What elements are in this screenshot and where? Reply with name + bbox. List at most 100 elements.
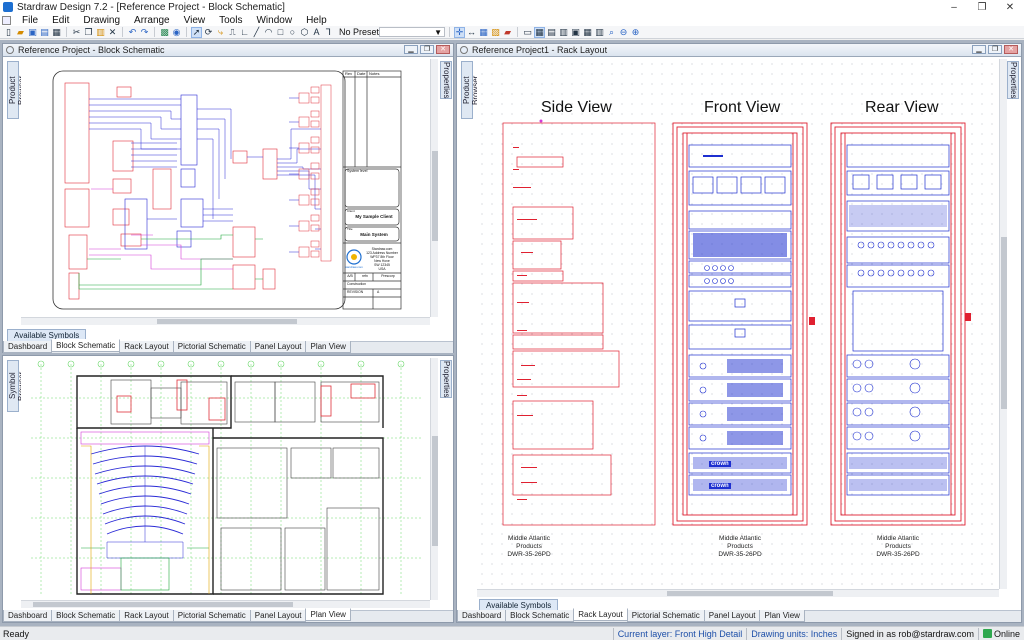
tab-plan-view[interactable]: Plan View xyxy=(305,608,351,621)
window-close-button[interactable]: ✕ xyxy=(1004,45,1018,54)
rack-properties-tab[interactable]: Properties xyxy=(1007,61,1019,99)
tab-dashboard[interactable]: Dashboard xyxy=(3,610,53,622)
save-icon[interactable]: ▣ xyxy=(27,27,38,38)
copy-icon[interactable]: ❐ xyxy=(83,27,94,38)
properties-tab[interactable]: Properties xyxy=(440,61,452,99)
plan-horizontal-scrollbar[interactable] xyxy=(21,600,430,608)
tab-dashboard[interactable]: Dashboard xyxy=(457,610,507,622)
menu-edit[interactable]: Edit xyxy=(45,15,76,26)
layout-icon[interactable]: ▤ xyxy=(546,27,557,38)
tab-rack-layout[interactable]: Rack Layout xyxy=(573,608,628,621)
snap-icon[interactable]: ✛ xyxy=(454,26,466,38)
layer-icon[interactable]: ▦ xyxy=(478,27,489,38)
cut-icon[interactable]: ✂ xyxy=(71,27,82,38)
preset-selector[interactable]: No Preset ▼ xyxy=(339,27,446,37)
window-restore-button[interactable]: ❐ xyxy=(420,45,434,54)
tab-pictorial-schematic[interactable]: Pictorial Schematic xyxy=(172,610,251,622)
schematic-hscroll-thumb[interactable] xyxy=(157,319,297,324)
plan-properties-tab[interactable]: Properties xyxy=(440,360,452,398)
tab-rack-layout[interactable]: Rack Layout xyxy=(119,341,174,353)
status-drawing-units[interactable]: Drawing units: Inches xyxy=(746,627,841,640)
tab-block-schematic[interactable]: Block Schematic xyxy=(505,610,575,622)
redo-icon[interactable]: ↷ xyxy=(139,27,150,38)
zoom-fit-icon[interactable]: ⌕ xyxy=(606,27,617,38)
globe-icon[interactable]: ◉ xyxy=(171,27,182,38)
rotate-icon[interactable]: ⟳ xyxy=(203,27,214,38)
menu-drawing[interactable]: Drawing xyxy=(76,15,127,26)
text-icon[interactable]: A xyxy=(311,27,322,38)
dimension-icon[interactable]: ↔ xyxy=(466,27,477,38)
symbol-browser-tab[interactable]: Symbol Browser xyxy=(7,360,26,412)
fill-icon[interactable]: ▧ xyxy=(490,27,501,38)
line-icon[interactable]: ╱ xyxy=(251,27,262,38)
delete-icon[interactable]: ✕ xyxy=(107,27,118,38)
document-icon[interactable] xyxy=(2,15,11,25)
tab-dashboard[interactable]: Dashboard xyxy=(3,341,53,353)
tab-rack-layout[interactable]: Rack Layout xyxy=(119,610,174,622)
undo-icon[interactable]: ↶ xyxy=(127,27,138,38)
plan-vertical-scrollbar[interactable] xyxy=(430,358,438,600)
rack-vertical-scrollbar[interactable] xyxy=(999,59,1007,589)
rack-vscroll-thumb[interactable] xyxy=(1001,237,1007,409)
close-button[interactable]: ✕ xyxy=(996,0,1024,14)
polygon-icon[interactable]: ⬡ xyxy=(299,27,310,38)
block-schematic-canvas[interactable]: Rev Date Notes System level Client My Sa… xyxy=(21,59,429,317)
align-icon[interactable]: ▥ xyxy=(558,27,569,38)
menu-file[interactable]: File xyxy=(15,15,45,26)
menu-arrange[interactable]: Arrange xyxy=(127,15,177,26)
plan-vscroll-thumb[interactable] xyxy=(432,436,438,546)
leader-icon[interactable]: ⅂ xyxy=(323,27,334,38)
tab-panel-layout[interactable]: Panel Layout xyxy=(249,610,307,622)
page-icon[interactable]: ▭ xyxy=(522,27,533,38)
rack-layout-canvas[interactable]: Side View Front View Rear View crown cro… xyxy=(477,59,999,589)
tab-pictorial-schematic[interactable]: Pictorial Schematic xyxy=(172,341,251,353)
tab-block-schematic[interactable]: Block Schematic xyxy=(51,339,121,352)
schematic-vscroll-thumb[interactable] xyxy=(432,151,438,241)
zoom-out-icon[interactable]: ⊖ xyxy=(618,27,629,38)
connect-icon[interactable]: ⤷ xyxy=(215,27,226,38)
rack-hscroll-thumb[interactable] xyxy=(667,591,833,596)
menu-tools[interactable]: Tools xyxy=(212,15,249,26)
menu-view[interactable]: View xyxy=(177,15,213,26)
plan-view-canvas[interactable] xyxy=(21,358,429,600)
window-close-button[interactable]: ✕ xyxy=(436,45,450,54)
open-icon[interactable]: ▰ xyxy=(15,27,26,38)
rack-product-browser-tab[interactable]: Product Browser xyxy=(461,61,480,119)
menu-window[interactable]: Window xyxy=(249,15,299,26)
window-restore-button[interactable]: ❐ xyxy=(988,45,1002,54)
tab-block-schematic[interactable]: Block Schematic xyxy=(51,610,121,622)
zoom-in-icon[interactable]: ⊕ xyxy=(630,27,641,38)
ortho-line-icon[interactable]: ∟ xyxy=(239,27,250,38)
new-icon[interactable]: ▯ xyxy=(3,27,14,38)
cable-icon[interactable]: ⎍ xyxy=(227,27,238,38)
product-browser-tab[interactable]: Product Browser xyxy=(7,61,26,119)
circle-icon[interactable]: ○ xyxy=(287,27,298,38)
grid-icon[interactable]: ▦ xyxy=(534,26,546,38)
tab-pictorial-schematic[interactable]: Pictorial Schematic xyxy=(626,610,705,622)
schematic-horizontal-scrollbar[interactable] xyxy=(21,317,430,325)
restore-button[interactable]: ❐ xyxy=(968,0,996,14)
window-minimize-button[interactable]: ▁ xyxy=(972,45,986,54)
group-icon[interactable]: ▣ xyxy=(570,27,581,38)
tab-panel-layout[interactable]: Panel Layout xyxy=(249,341,307,353)
window-minimize-button[interactable]: ▁ xyxy=(404,45,418,54)
columns-icon[interactable]: ▥ xyxy=(594,27,605,38)
schematic-vertical-scrollbar[interactable] xyxy=(430,59,438,317)
minimize-button[interactable]: – xyxy=(940,0,968,14)
tab-panel-layout[interactable]: Panel Layout xyxy=(703,610,761,622)
paste-icon[interactable]: ▥ xyxy=(95,27,106,38)
tab-plan-view[interactable]: Plan View xyxy=(305,341,351,353)
image-icon[interactable]: ▩ xyxy=(159,27,170,38)
tab-plan-view[interactable]: Plan View xyxy=(759,610,805,622)
save-all-icon[interactable]: ▤ xyxy=(39,27,50,38)
pointer-icon[interactable]: ➚ xyxy=(191,26,202,38)
preset-dropdown[interactable]: ▼ xyxy=(379,27,446,37)
rectangle-icon[interactable]: □ xyxy=(275,27,286,38)
status-current-layer[interactable]: Current layer: Front High Detail xyxy=(612,627,747,640)
table-icon[interactable]: ▦ xyxy=(582,27,593,38)
plan-hscroll-thumb[interactable] xyxy=(33,602,293,607)
eraser-icon[interactable]: ▰ xyxy=(502,27,513,38)
menu-help[interactable]: Help xyxy=(299,15,334,26)
print-icon[interactable]: ▦ xyxy=(51,27,62,38)
arc-icon[interactable]: ◠ xyxy=(263,27,274,38)
